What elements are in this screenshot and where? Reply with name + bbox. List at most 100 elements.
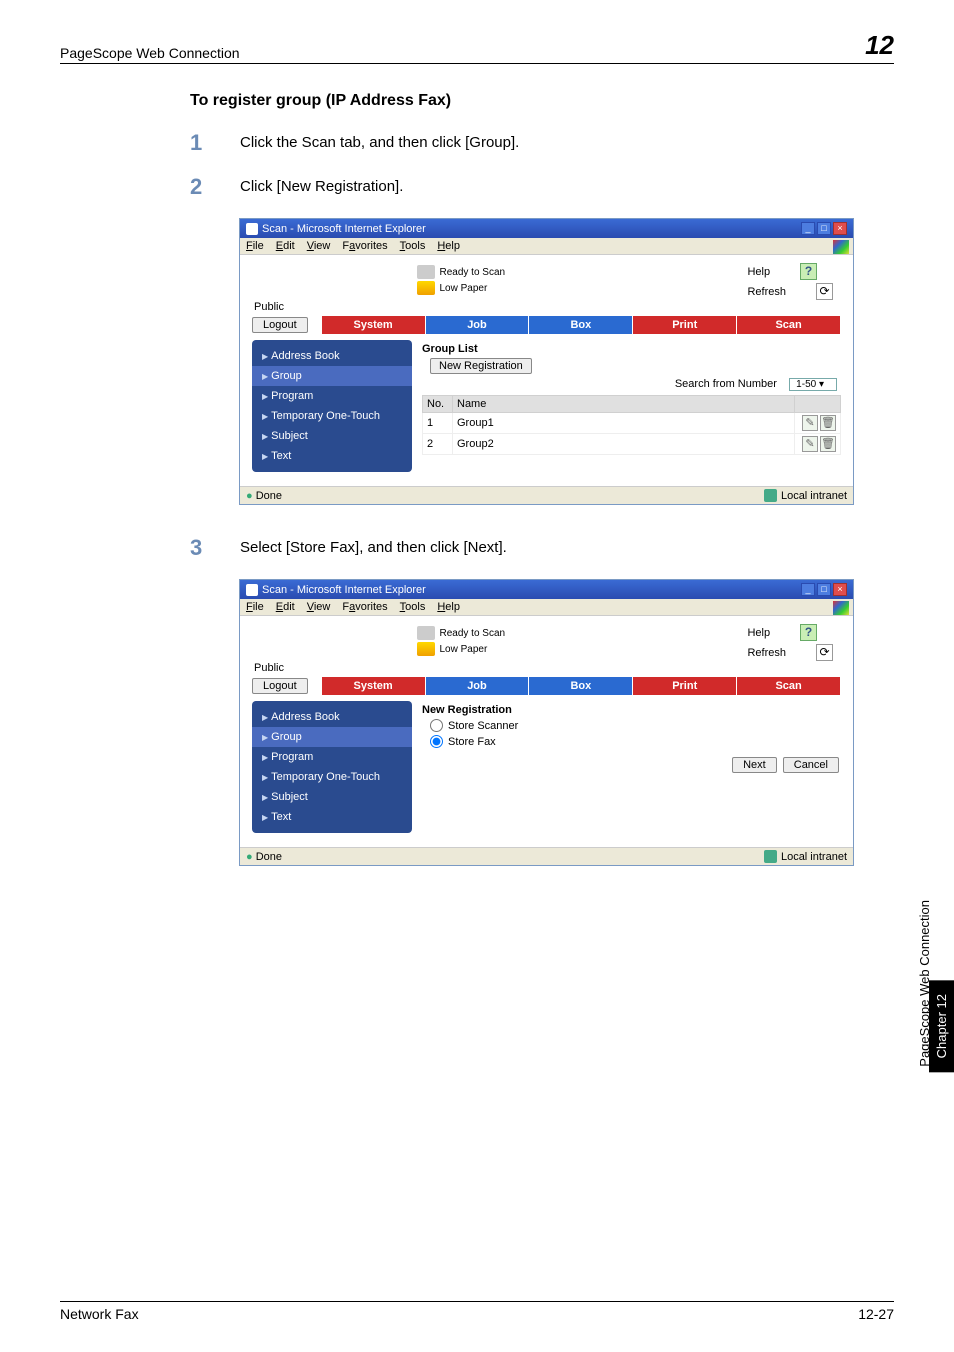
close-button[interactable]: × [833,583,847,596]
sidebar: Address Book Group Program Temporary One… [252,701,412,833]
radio-store-fax-label: Store Fax [448,736,496,748]
cancel-button[interactable]: Cancel [783,757,839,773]
sidebar-item-addressbook[interactable]: Address Book [252,707,412,727]
col-name: Name [453,396,795,413]
edit-icon[interactable]: ✎ [802,415,818,431]
menu-tools[interactable]: Tools [400,601,426,613]
header-left: PageScope Web Connection [60,45,240,61]
radio-store-fax[interactable] [430,735,443,748]
menu-help[interactable]: Help [437,240,460,252]
tab-job[interactable]: Job [426,677,530,695]
minimize-button[interactable]: _ [801,583,815,596]
ie-titlebar: Scan - Microsoft Internet Explorer _ □ × [240,219,853,238]
group-list-title: Group List [422,343,841,355]
help-link[interactable]: Help [747,627,770,639]
maximize-button[interactable]: □ [817,583,831,596]
tab-scan[interactable]: Scan [737,677,841,695]
sidebar-item-text[interactable]: Text [252,807,412,827]
ie-menubar: File Edit View Favorites Tools Help [240,599,853,616]
ie-status-done: Done [256,490,282,502]
help-link[interactable]: Help [747,266,770,278]
step-3: 3 Select [Store Fax], and then click [Ne… [190,535,844,561]
step-text: Click [New Registration]. [240,174,403,195]
menu-edit[interactable]: Edit [276,601,295,613]
refresh-link[interactable]: Refresh [747,647,786,659]
page-footer: Network Fax 12-27 [60,1301,894,1322]
refresh-link[interactable]: Refresh [747,286,786,298]
tab-scan[interactable]: Scan [737,316,841,334]
step-number: 1 [190,130,240,156]
screenshot-1: Scan - Microsoft Internet Explorer _ □ ×… [239,218,854,505]
step-text: Click the Scan tab, and then click [Grou… [240,130,519,151]
help-icon[interactable]: ? [800,624,817,641]
logout-button[interactable]: Logout [252,678,308,694]
status-lowpaper: Low Paper [440,283,488,294]
tab-system[interactable]: System [322,316,426,334]
side-chapter-tab: Chapter 12 [929,980,954,1072]
maximize-button[interactable]: □ [817,222,831,235]
sidebar-item-subject[interactable]: Subject [252,787,412,807]
menu-favorites[interactable]: Favorites [342,601,387,613]
help-icon[interactable]: ? [800,263,817,280]
menu-tools[interactable]: Tools [400,240,426,252]
sidebar-item-temporary-one-touch[interactable]: Temporary One-Touch [252,767,412,787]
edit-icon[interactable]: ✎ [802,436,818,452]
tab-print[interactable]: Print [633,316,737,334]
sidebar-item-program[interactable]: Program [252,747,412,767]
sidebar-item-group[interactable]: Group [252,727,412,747]
next-button[interactable]: Next [732,757,777,773]
printer-icon [417,626,435,640]
tab-job[interactable]: Job [426,316,530,334]
minimize-button[interactable]: _ [801,222,815,235]
sidebar: Address Book Group Program Temporary One… [252,340,412,472]
intranet-icon [764,850,777,863]
delete-icon[interactable]: 🗑 [820,415,836,431]
ie-titlebar: Scan - Microsoft Internet Explorer _ □ × [240,580,853,599]
printer-icon [417,265,435,279]
group-table: No. Name 1 Group1 ✎🗑 2 Gro [422,395,841,455]
table-row: 2 Group2 ✎🗑 [423,434,841,455]
ie-logo-icon [833,240,849,254]
menu-view[interactable]: View [307,240,331,252]
sidebar-item-program[interactable]: Program [252,386,412,406]
search-range-select[interactable]: 1-50 ▾ [789,378,837,391]
step-1: 1 Click the Scan tab, and then click [Gr… [190,130,844,156]
step-2: 2 Click [New Registration]. [190,174,844,200]
ie-title-text: Scan - Microsoft Internet Explorer [262,584,426,596]
ie-intranet-label: Local intranet [781,851,847,863]
sidebar-item-subject[interactable]: Subject [252,426,412,446]
menu-file[interactable]: File [246,601,264,613]
logout-button[interactable]: Logout [252,317,308,333]
sidebar-item-text[interactable]: Text [252,446,412,466]
sidebar-item-group[interactable]: Group [252,366,412,386]
refresh-icon[interactable]: ⟳ [816,644,833,661]
refresh-icon[interactable]: ⟳ [816,283,833,300]
tab-system[interactable]: System [322,677,426,695]
page-header: PageScope Web Connection 12 [60,30,894,64]
tab-print[interactable]: Print [633,677,737,695]
menu-favorites[interactable]: Favorites [342,240,387,252]
warning-icon [417,642,435,656]
sidebar-item-temporary-one-touch[interactable]: Temporary One-Touch [252,406,412,426]
status-ready: Ready to Scan [440,628,506,639]
new-registration-button[interactable]: New Registration [430,358,532,374]
radio-store-scanner[interactable] [430,719,443,732]
delete-icon[interactable]: 🗑 [820,436,836,452]
menu-edit[interactable]: Edit [276,240,295,252]
status-lowpaper: Low Paper [440,644,488,655]
sidebar-item-addressbook[interactable]: Address Book [252,346,412,366]
public-label: Public [240,662,853,677]
tab-box[interactable]: Box [529,316,633,334]
ie-title-text: Scan - Microsoft Internet Explorer [262,223,426,235]
close-button[interactable]: × [833,222,847,235]
menu-view[interactable]: View [307,601,331,613]
screenshot-2: Scan - Microsoft Internet Explorer _ □ ×… [239,579,854,866]
step-number: 3 [190,535,240,561]
menu-help[interactable]: Help [437,601,460,613]
tab-box[interactable]: Box [529,677,633,695]
radio-store-scanner-label: Store Scanner [448,720,518,732]
table-row: 1 Group1 ✎🗑 [423,413,841,434]
menu-file[interactable]: File [246,240,264,252]
intranet-icon [764,489,777,502]
status-ready: Ready to Scan [440,267,506,278]
